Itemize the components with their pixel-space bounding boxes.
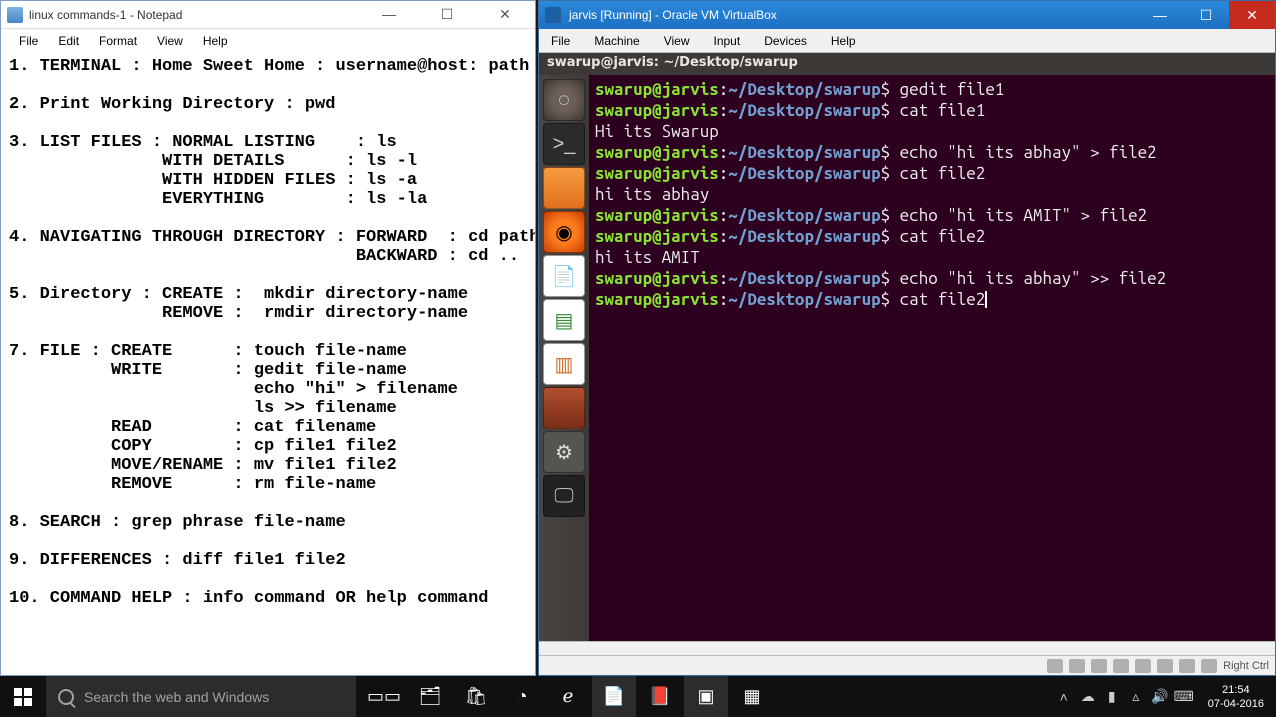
taskbar-search[interactable]: Search the web and Windows xyxy=(46,676,356,717)
video-capture-icon xyxy=(1179,659,1195,673)
firefox-icon[interactable]: ◉ xyxy=(543,211,585,253)
minimize-button[interactable]: — xyxy=(1137,1,1183,29)
volume-icon[interactable]: 🔊 xyxy=(1152,689,1168,705)
windows-taskbar: Search the web and Windows ▭▭ 🗂 🛍 ◔ ℯ 📄 … xyxy=(0,676,1276,717)
optical-indicator-icon xyxy=(1069,659,1085,673)
chevron-up-icon[interactable]: ˄ xyxy=(1056,689,1072,705)
misc-app-icon[interactable]: ▦ xyxy=(730,676,774,717)
virtualbox-window: jarvis [Running] - Oracle VM VirtualBox … xyxy=(538,0,1276,676)
mouse-integration-icon xyxy=(1201,659,1217,673)
maximize-button[interactable]: ☐ xyxy=(427,6,467,23)
edge-icon[interactable]: ℯ xyxy=(546,676,590,717)
virtualbox-icon xyxy=(545,7,561,23)
menu-view[interactable]: View xyxy=(149,32,191,50)
menu-help[interactable]: Help xyxy=(195,32,236,50)
notepad-taskbar-icon[interactable]: 📄 xyxy=(592,676,636,717)
menu-file[interactable]: File xyxy=(539,31,582,51)
menu-machine[interactable]: Machine xyxy=(582,31,651,51)
hostkey-label: Right Ctrl xyxy=(1223,660,1269,672)
unity-launcher: ◌ >_ ◉ 📄 ▤ ▥ ⚙ 🖵 xyxy=(539,75,589,655)
acrobat-icon[interactable]: 📕 xyxy=(638,676,682,717)
usb-indicator-icon xyxy=(1091,659,1107,673)
terminal-pane[interactable]: swarup@jarvis:~/Desktop/swarup$ gedit fi… xyxy=(589,75,1275,655)
cortana-icon[interactable]: ◔ xyxy=(500,676,544,717)
notepad-text[interactable]: 1. TERMINAL : Home Sweet Home : username… xyxy=(9,57,527,608)
calc-icon[interactable]: ▤ xyxy=(543,299,585,341)
display-indicator-icon xyxy=(1157,659,1173,673)
dash-icon[interactable]: ◌ xyxy=(543,79,585,121)
network-indicator-icon xyxy=(1113,659,1129,673)
software-center-icon[interactable] xyxy=(543,387,585,429)
search-placeholder: Search the web and Windows xyxy=(84,689,269,705)
menu-devices[interactable]: Devices xyxy=(752,31,819,51)
start-button[interactable] xyxy=(0,676,46,717)
horizontal-scrollbar[interactable] xyxy=(539,641,1275,655)
hdd-indicator-icon xyxy=(1047,659,1063,673)
menu-view[interactable]: View xyxy=(652,31,702,51)
taskbar-spacer xyxy=(780,676,1052,717)
taskbar-clock[interactable]: 21:54 07-04-2016 xyxy=(1200,683,1272,711)
notepad-editor[interactable]: 1. TERMINAL : Home Sweet Home : username… xyxy=(1,53,535,675)
settings-icon[interactable]: ⚙ xyxy=(543,431,585,473)
virtualbox-window-controls: — ☐ ✕ xyxy=(1137,1,1275,29)
terminal-icon[interactable]: >_ xyxy=(543,123,585,165)
notepad-window-controls: — ☐ ✕ xyxy=(369,6,533,23)
menu-format[interactable]: Format xyxy=(91,32,145,50)
keyboard-icon[interactable]: ⌨ xyxy=(1176,689,1192,705)
virtualbox-statusbar: Right Ctrl xyxy=(539,655,1275,675)
shared-folders-icon xyxy=(1135,659,1151,673)
notepad-titlebar[interactable]: linux commands-1 - Notepad — ☐ ✕ xyxy=(1,1,535,29)
virtualbox-titlebar[interactable]: jarvis [Running] - Oracle VM VirtualBox … xyxy=(539,1,1275,29)
notepad-menubar: File Edit Format View Help xyxy=(1,29,535,53)
minimize-button[interactable]: — xyxy=(369,6,409,23)
virtualbox-taskbar-icon[interactable]: ▣ xyxy=(684,676,728,717)
notepad-icon xyxy=(7,7,23,23)
notepad-window: linux commands-1 - Notepad — ☐ ✕ File Ed… xyxy=(0,0,536,676)
terminal-output[interactable]: swarup@jarvis:~/Desktop/swarup$ gedit fi… xyxy=(595,79,1271,310)
virtualbox-title: jarvis [Running] - Oracle VM VirtualBox xyxy=(569,8,1137,22)
virtualbox-menubar: File Machine View Input Devices Help xyxy=(539,29,1275,53)
system-tray: ˄ ☁ ▮ ▵ 🔊 ⌨ 21:54 07-04-2016 xyxy=(1052,676,1276,717)
menu-input[interactable]: Input xyxy=(702,31,753,51)
menu-edit[interactable]: Edit xyxy=(50,32,87,50)
clock-date: 07-04-2016 xyxy=(1208,697,1264,711)
taskbar-apps: ▭▭ 🗂 🛍 ◔ ℯ 📄 📕 ▣ ▦ xyxy=(356,676,780,717)
writer-icon[interactable]: 📄 xyxy=(543,255,585,297)
maximize-button[interactable]: ☐ xyxy=(1183,1,1229,29)
terminal-window-title[interactable]: swarup@jarvis: ~/Desktop/swarup xyxy=(539,53,1275,75)
close-button[interactable]: ✕ xyxy=(485,6,525,23)
notepad-title: linux commands-1 - Notepad xyxy=(29,8,369,22)
search-icon xyxy=(58,689,74,705)
files-icon[interactable] xyxy=(543,167,585,209)
file-explorer-icon[interactable]: 🗂 xyxy=(408,676,452,717)
menu-file[interactable]: File xyxy=(11,32,46,50)
battery-icon[interactable]: ▮ xyxy=(1104,689,1120,705)
close-button[interactable]: ✕ xyxy=(1229,1,1275,29)
network-tray-icon[interactable]: ▵ xyxy=(1128,689,1144,705)
windows-logo-icon xyxy=(14,688,32,706)
store-icon[interactable]: 🛍 xyxy=(454,676,498,717)
impress-icon[interactable]: ▥ xyxy=(543,343,585,385)
task-view-icon[interactable]: ▭▭ xyxy=(362,676,406,717)
guest-display[interactable]: swarup@jarvis: ~/Desktop/swarup ◌ >_ ◉ 📄… xyxy=(539,53,1275,655)
clock-time: 21:54 xyxy=(1208,683,1264,697)
menu-help[interactable]: Help xyxy=(819,31,868,51)
onedrive-icon[interactable]: ☁ xyxy=(1080,689,1096,705)
display-icon[interactable]: 🖵 xyxy=(543,475,585,517)
